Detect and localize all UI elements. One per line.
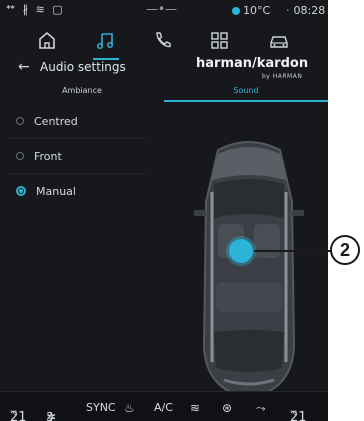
ac-button[interactable]: A/C: [154, 401, 173, 414]
nav-music[interactable]: [93, 28, 119, 60]
music-note-icon: [96, 33, 114, 50]
sync-button[interactable]: SYNC: [86, 401, 116, 414]
tab-bar: Ambiance Sound: [0, 82, 328, 104]
page-title: Audio settings: [40, 60, 126, 74]
tab-sound[interactable]: Sound: [164, 82, 328, 104]
infotainment-screen: ᕯ ∦ ≋ ▢ —•— 10°C · 08:28 ← Audio settings…: [0, 0, 328, 421]
apps-grid-icon: [211, 32, 228, 49]
brand-sub: by HARMAN: [262, 73, 303, 80]
nav-home[interactable]: [34, 28, 60, 52]
home-icon: [39, 31, 55, 49]
main-nav: [0, 22, 328, 60]
brand-logo: harman/kardon: [196, 56, 309, 71]
seat-heat-icon[interactable]: ⤳: [256, 401, 266, 416]
outside-temperature: 10°C: [232, 4, 270, 17]
steering-wheel-icon[interactable]: ⊛: [222, 401, 232, 415]
clock: · 08:28: [286, 4, 326, 17]
temperature-icon: [232, 7, 240, 15]
climate-bar: 21 °C ✲ 3 SYNC ♨ A/C ≋ ⊛ ⤳ 21 °C: [0, 391, 328, 421]
nav-vehicle[interactable]: [266, 28, 292, 52]
sound-position-handle[interactable]: [229, 239, 253, 263]
option-front[interactable]: Front: [8, 139, 146, 174]
phone-icon: [156, 32, 171, 48]
callout-leader-line: [254, 250, 332, 252]
option-label: Front: [34, 149, 62, 163]
radio-button[interactable]: [16, 152, 24, 160]
front-defrost-icon[interactable]: ≋: [190, 401, 200, 415]
callout-number: 2: [330, 235, 360, 265]
option-manual[interactable]: Manual: [8, 174, 146, 208]
nav-phone[interactable]: [150, 28, 176, 52]
option-label: Manual: [36, 184, 76, 198]
back-button[interactable]: ←: [18, 59, 30, 75]
rear-defrost-icon[interactable]: ♨: [124, 401, 135, 415]
spatialisation-options: Centred Front Manual: [8, 104, 146, 208]
radio-button[interactable]: [16, 117, 24, 125]
option-label: Centred: [34, 114, 78, 128]
status-icons: ᕯ ∦ ≋ ▢: [6, 3, 65, 16]
tab-ambiance[interactable]: Ambiance: [0, 82, 164, 104]
radio-button[interactable]: [16, 186, 26, 196]
media-indicator: —•—: [146, 2, 178, 16]
car-top-view: [194, 141, 304, 400]
car-icon: [270, 36, 288, 48]
status-bar: ᕯ ∦ ≋ ▢ —•— 10°C · 08:28: [0, 0, 328, 20]
title-bar: ← Audio settings harman/kardon by HARMAN: [0, 56, 328, 82]
nav-apps[interactable]: [206, 28, 232, 52]
option-centred[interactable]: Centred: [8, 104, 146, 139]
